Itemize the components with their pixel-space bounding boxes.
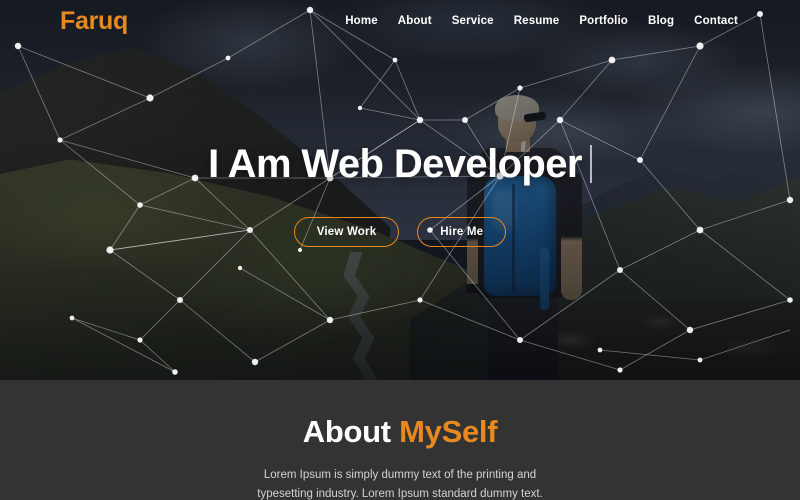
hero-headline: I Am Web Developer — [208, 142, 592, 187]
nav-item-resume[interactable]: Resume — [514, 15, 560, 27]
about-title: About MySelf — [0, 414, 800, 450]
nav-item-contact[interactable]: Contact — [694, 15, 738, 27]
hero-content: I Am Web Developer View Work Hire Me — [0, 0, 800, 380]
hero-section: Faruq Home About Service Resume Portfoli… — [0, 0, 800, 380]
nav-item-blog[interactable]: Blog — [648, 15, 674, 27]
about-paragraph: Lorem Ipsum is simply dummy text of the … — [257, 469, 543, 500]
site-logo[interactable]: Faruq — [60, 7, 128, 36]
main-navigation: Home About Service Resume Portfolio Blog… — [345, 15, 738, 27]
landing-page: Faruq Home About Service Resume Portfoli… — [0, 0, 800, 500]
about-title-accent: MySelf — [399, 414, 498, 449]
nav-item-home[interactable]: Home — [345, 15, 378, 27]
about-title-white: About — [302, 414, 400, 449]
view-work-button[interactable]: View Work — [293, 216, 400, 247]
typewriter-caret — [589, 145, 592, 183]
hire-me-button[interactable]: Hire Me — [417, 216, 507, 247]
hero-button-group: View Work Hire Me — [293, 216, 507, 247]
hero-headline-text: I Am Web Developer — [208, 141, 582, 186]
about-section: About MySelf Lorem Ipsum is simply dummy… — [0, 380, 800, 500]
nav-item-portfolio[interactable]: Portfolio — [579, 15, 628, 27]
site-header: Faruq Home About Service Resume Portfoli… — [0, 0, 800, 42]
nav-item-about[interactable]: About — [398, 15, 432, 27]
nav-item-service[interactable]: Service — [452, 15, 494, 27]
